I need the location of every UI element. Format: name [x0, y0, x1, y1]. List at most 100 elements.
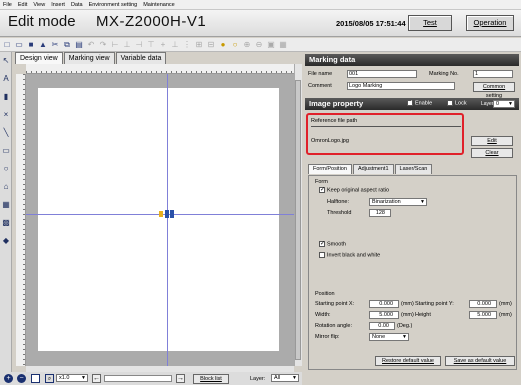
bitmap-icon[interactable]: ▦: [0, 199, 12, 211]
tab-laser-scan[interactable]: Laser/Scan: [394, 164, 433, 174]
tab-form-position[interactable]: Form/Position: [308, 164, 352, 174]
height-field[interactable]: 5.000: [469, 311, 497, 319]
tab-design-view[interactable]: Design view: [15, 52, 63, 64]
zoom-out-icon[interactable]: −: [17, 374, 26, 383]
rotation-field[interactable]: 0.00: [369, 322, 395, 330]
property-panel: Marking data File name 001 Marking No. 1…: [305, 52, 519, 372]
zoom-out-icon[interactable]: ⊖: [254, 40, 264, 50]
save-default-button[interactable]: Save as default value: [445, 356, 515, 366]
edit-button[interactable]: Edit: [471, 136, 513, 146]
unlock-icon[interactable]: ○: [230, 40, 240, 50]
lock-icon[interactable]: ●: [218, 40, 228, 50]
start-x-unit: (mm): [401, 301, 414, 307]
keep-aspect-check-icon: ✓: [319, 187, 326, 193]
start-y-unit: (mm): [499, 301, 512, 307]
tab-marking-view[interactable]: Marking view: [63, 52, 115, 64]
zoom-select[interactable]: x1.0: [56, 374, 88, 382]
image-object[interactable]: [159, 210, 177, 218]
menu-file[interactable]: File: [3, 2, 12, 8]
image-icon[interactable]: ▩: [0, 217, 12, 229]
zoom-area-icon[interactable]: ⌕: [45, 374, 54, 383]
grid-icon[interactable]: ▦: [278, 40, 288, 50]
menu-environment-setting[interactable]: Environment setting: [89, 2, 138, 8]
smooth-label: Smooth: [327, 241, 346, 248]
ungroup-icon[interactable]: ⊟: [206, 40, 216, 50]
arrow-left-icon[interactable]: ←: [92, 374, 101, 383]
rectangle-icon[interactable]: ▭: [0, 145, 12, 157]
file-name-field[interactable]: 001: [347, 70, 417, 78]
threshold-field[interactable]: 128: [369, 209, 391, 217]
undo-icon[interactable]: ↶: [86, 40, 96, 50]
height-label: Height: [415, 312, 431, 318]
lock-check-icon: [447, 100, 453, 106]
fit-page-icon[interactable]: [31, 374, 40, 383]
arrow-right-icon[interactable]: →: [176, 374, 185, 383]
tab-variable-data[interactable]: Variable data: [115, 52, 167, 64]
line-icon[interactable]: ╲: [0, 127, 12, 139]
threshold-label: Threshold: [327, 210, 352, 216]
menu-edit[interactable]: Edit: [18, 2, 27, 8]
cross-icon[interactable]: ×: [0, 109, 12, 121]
keep-aspect-checkbox[interactable]: ✓ Keep original aspect ratio: [319, 187, 389, 193]
vertical-scroll-thumb[interactable]: [295, 80, 301, 360]
barcode-icon[interactable]: ▮: [0, 91, 12, 103]
clear-button[interactable]: Clear: [471, 148, 513, 158]
menu-insert[interactable]: Insert: [51, 2, 65, 8]
mirror-select[interactable]: None: [369, 333, 409, 341]
marking-canvas[interactable]: [38, 88, 279, 351]
align-left-icon[interactable]: ⊢: [110, 40, 120, 50]
new-file-icon[interactable]: □: [2, 40, 12, 50]
block-list-button[interactable]: Block list: [193, 374, 229, 384]
position-slider[interactable]: [104, 375, 172, 382]
lock-label: Lock: [455, 100, 467, 107]
start-x-field[interactable]: 0.000: [369, 300, 399, 308]
paste-icon[interactable]: ▤: [74, 40, 84, 50]
open-folder-icon[interactable]: ▭: [14, 40, 24, 50]
align-right-icon[interactable]: ⊣: [134, 40, 144, 50]
align-top-icon[interactable]: ⊤: [146, 40, 156, 50]
marking-no-field[interactable]: 1: [473, 70, 513, 78]
logo-icon[interactable]: ◆: [0, 235, 12, 247]
comment-field[interactable]: Logo Marking: [347, 82, 455, 90]
redo-icon[interactable]: ↷: [98, 40, 108, 50]
circle-icon[interactable]: ○: [0, 163, 12, 175]
menu-maintenance[interactable]: Maintenance: [143, 2, 175, 8]
smooth-check-icon: ✓: [319, 241, 326, 247]
lock-checkbox[interactable]: Lock: [447, 100, 467, 106]
text-icon[interactable]: A: [0, 73, 12, 85]
start-y-field[interactable]: 0.000: [469, 300, 497, 308]
invert-checkbox[interactable]: Invert black and white: [319, 252, 380, 258]
enable-checkbox[interactable]: ✓ Enable: [407, 100, 432, 106]
select-arrow-icon[interactable]: ↖: [0, 55, 12, 67]
save-icon[interactable]: ■: [26, 40, 36, 50]
copy-icon[interactable]: ⧉: [62, 40, 72, 50]
menu-data[interactable]: Data: [71, 2, 83, 8]
restore-default-button[interactable]: Restore default value: [375, 356, 441, 366]
smooth-checkbox[interactable]: ✓ Smooth: [319, 241, 346, 247]
common-setting-button[interactable]: Common setting: [473, 82, 515, 99]
group-icon[interactable]: ⊞: [194, 40, 204, 50]
test-button[interactable]: Test: [408, 15, 452, 31]
layer-label: Layer:: [250, 376, 266, 382]
operation-button[interactable]: Operation: [466, 15, 514, 31]
mode-title: Edit mode: [8, 13, 76, 30]
width-field[interactable]: 5.000: [369, 311, 399, 319]
image-layer-select[interactable]: 0: [493, 100, 515, 108]
fit-icon[interactable]: ▣: [266, 40, 276, 50]
zoom-in-icon[interactable]: +: [4, 374, 13, 383]
print-icon[interactable]: ▲: [38, 40, 48, 50]
start-x-label: Starting point X:: [315, 301, 355, 307]
layer-select[interactable]: All: [271, 374, 299, 382]
align-center-icon[interactable]: ⊥: [122, 40, 132, 50]
tab-adjustment1[interactable]: Adjustment1: [352, 164, 394, 174]
menu-view[interactable]: View: [33, 2, 45, 8]
height-unit: (mm): [499, 312, 512, 318]
align-middle-icon[interactable]: +: [158, 40, 168, 50]
cut-icon[interactable]: ✂: [50, 40, 60, 50]
distribute-icon[interactable]: ⋮: [182, 40, 192, 50]
align-bottom-icon[interactable]: ⊥: [170, 40, 180, 50]
halftone-select[interactable]: Binarization: [369, 198, 427, 206]
zoom-in-icon[interactable]: ⊕: [242, 40, 252, 50]
position-label: Position: [315, 291, 335, 297]
polygon-icon[interactable]: ⌂: [0, 181, 12, 193]
